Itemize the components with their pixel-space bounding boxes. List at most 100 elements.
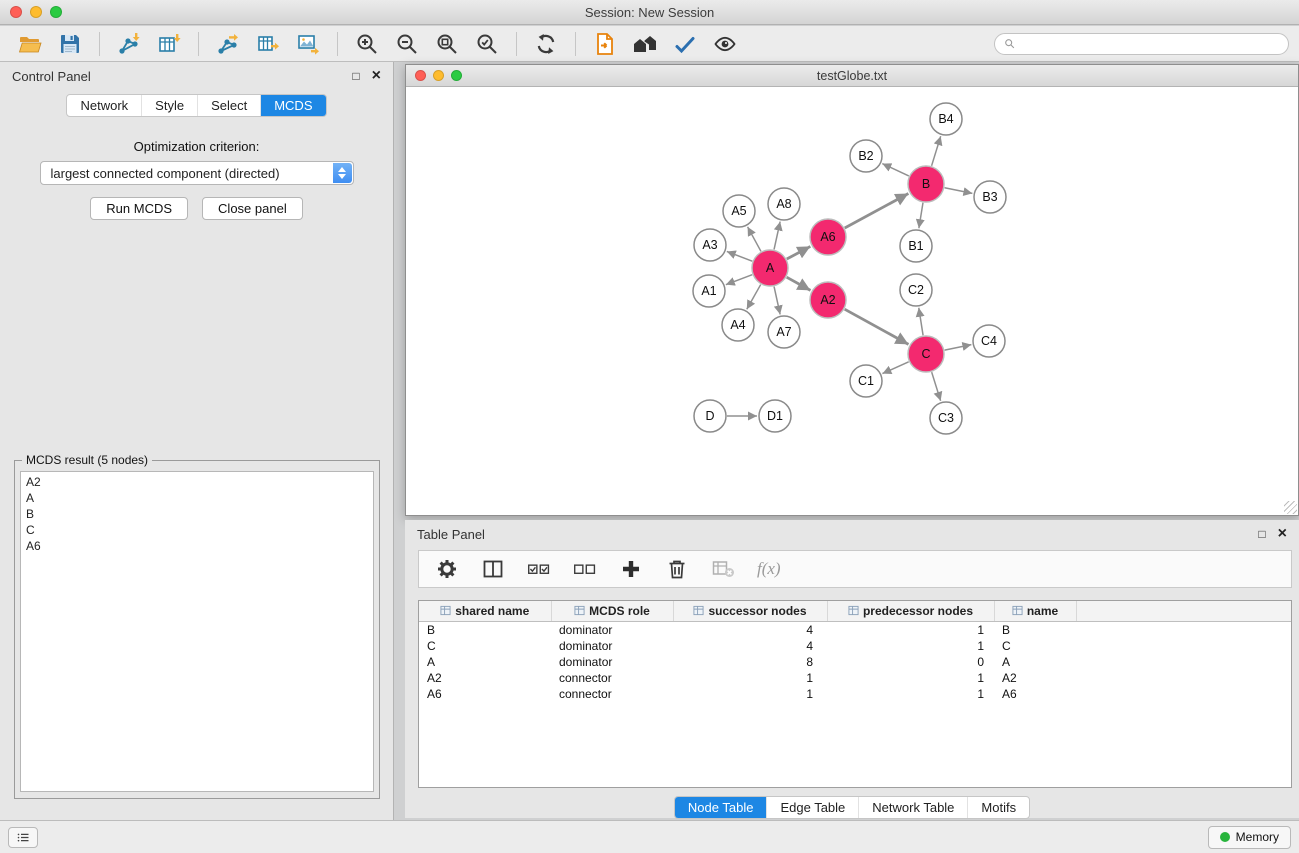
resize-corner[interactable] [1284,501,1297,514]
network-node-C3[interactable]: C3 [930,402,962,434]
network-zoom-button[interactable] [451,70,462,81]
network-edge-B-B4[interactable] [932,136,941,166]
mcds-result-item[interactable]: B [26,506,368,522]
network-edge-A-A6[interactable] [787,246,811,259]
column-header[interactable]: predecessor nodes [827,601,994,621]
network-edge-A-A4[interactable] [747,285,761,310]
gear-icon[interactable] [432,555,462,583]
save-icon[interactable] [55,30,85,58]
eye-icon[interactable] [710,30,740,58]
network-node-D[interactable]: D [694,400,726,432]
network-node-D1[interactable]: D1 [759,400,791,432]
network-node-B1[interactable]: B1 [900,230,932,262]
close-window-button[interactable] [10,6,22,18]
deselect-all-icon[interactable] [570,555,600,583]
network-edge-A-A5[interactable] [748,227,761,251]
network-edge-C-C1[interactable] [882,362,908,374]
mcds-result-item[interactable]: C [26,522,368,538]
tab-node-table[interactable]: Node Table [675,797,768,818]
import-table-icon[interactable] [154,30,184,58]
tab-network-table[interactable]: Network Table [859,797,968,818]
network-node-A6[interactable]: A6 [810,219,846,255]
table-row[interactable]: Cdominator41C [419,638,1291,654]
mcds-result-item[interactable]: A2 [26,474,368,490]
zoom-in-icon[interactable] [352,30,382,58]
home-icon[interactable] [630,30,660,58]
network-node-A7[interactable]: A7 [768,316,800,348]
column-header[interactable]: shared name [419,601,551,621]
run-mcds-button[interactable]: Run MCDS [90,197,188,220]
network-edge-B-B3[interactable] [945,188,973,194]
network-node-A4[interactable]: A4 [722,309,754,341]
network-node-C4[interactable]: C4 [973,325,1005,357]
zoom-window-button[interactable] [50,6,62,18]
network-edge-C-C4[interactable] [945,345,972,351]
network-node-A8[interactable]: A8 [768,188,800,220]
network-canvas[interactable]: B4 B2 B B3 A8 A5 A6 A3 B1 A A1 C2 A2 A4 A7 C4 C C1 C3 D D1 [406,87,1298,515]
network-node-B[interactable]: B [908,166,944,202]
import-network-icon[interactable] [114,30,144,58]
table-row[interactable]: A6connector11A6 [419,686,1291,702]
table-row[interactable]: Bdominator41B [419,621,1291,638]
tab-style[interactable]: Style [142,95,198,116]
network-edge-C-C2[interactable] [919,308,923,335]
annotation-icon[interactable] [670,30,700,58]
columns-icon[interactable] [478,555,508,583]
network-edge-A2-C[interactable] [845,309,909,344]
memory-button[interactable]: Memory [1208,826,1291,849]
network-edge-B-B1[interactable] [919,203,923,228]
open-icon[interactable] [15,30,45,58]
network-edge-A6-B[interactable] [845,194,909,228]
mcds-result-item[interactable]: A6 [26,538,368,554]
network-edge-A-A8[interactable] [774,222,780,250]
first-neighbors-icon[interactable] [590,30,620,58]
column-header[interactable]: MCDS role [551,601,673,621]
network-node-A1[interactable]: A1 [693,275,725,307]
delete-table-icon[interactable] [708,555,738,583]
zoom-fit-icon[interactable] [432,30,462,58]
export-image-icon[interactable] [293,30,323,58]
refresh-icon[interactable] [531,30,561,58]
network-node-A5[interactable]: A5 [723,195,755,227]
export-network-icon[interactable] [213,30,243,58]
zoom-selected-icon[interactable] [472,30,502,58]
network-node-C2[interactable]: C2 [900,274,932,306]
network-node-B3[interactable]: B3 [974,181,1006,213]
float-table-panel-icon[interactable]: □ [1258,528,1265,540]
network-node-C[interactable]: C [908,336,944,372]
network-node-B2[interactable]: B2 [850,140,882,172]
zoom-out-icon[interactable] [392,30,422,58]
column-header[interactable]: successor nodes [673,601,827,621]
network-edge-A-A2[interactable] [787,277,811,290]
tab-mcds[interactable]: MCDS [261,95,325,116]
select-all-icon[interactable] [524,555,554,583]
network-edge-A-A1[interactable] [726,275,752,285]
column-header[interactable]: name [994,601,1076,621]
tab-select[interactable]: Select [198,95,261,116]
show-panels-button[interactable] [8,827,38,848]
minimize-window-button[interactable] [30,6,42,18]
network-node-A2[interactable]: A2 [810,282,846,318]
optimization-criterion-select[interactable]: largest connected component (directed) [40,161,354,185]
close-panel-button[interactable]: Close panel [202,197,303,220]
network-node-C1[interactable]: C1 [850,365,882,397]
network-node-A[interactable]: A [752,250,788,286]
mcds-result-item[interactable]: A [26,490,368,506]
close-panel-icon[interactable]: × [372,68,381,84]
network-close-button[interactable] [415,70,426,81]
network-node-B4[interactable]: B4 [930,103,962,135]
function-builder-icon[interactable]: f(x) [757,559,781,579]
network-edge-B-B2[interactable] [882,164,908,176]
trash-icon[interactable] [662,555,692,583]
search-input[interactable] [1021,37,1280,51]
table-row[interactable]: A2connector11A2 [419,670,1291,686]
tab-network[interactable]: Network [67,95,142,116]
network-node-A3[interactable]: A3 [694,229,726,261]
network-edge-A-A3[interactable] [727,251,752,261]
table-row[interactable]: Adominator80A [419,654,1291,670]
network-edge-C-C3[interactable] [932,372,941,401]
add-icon[interactable] [616,555,646,583]
network-minimize-button[interactable] [433,70,444,81]
tab-motifs[interactable]: Motifs [968,797,1029,818]
export-table-icon[interactable] [253,30,283,58]
